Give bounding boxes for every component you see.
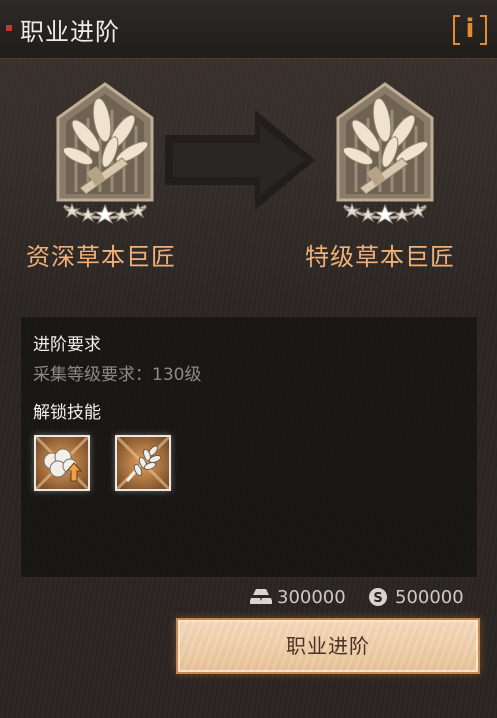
window-title: 职业进阶 bbox=[20, 18, 120, 46]
herb-laurel-badge-icon bbox=[56, 82, 154, 225]
current-rank-name: 资深草本巨匠 bbox=[26, 243, 176, 271]
herb-laurel-badge-icon bbox=[336, 82, 434, 225]
career-advance-label: 职业进阶 bbox=[286, 634, 370, 658]
info-icon: i bbox=[465, 14, 475, 44]
unlock-skills-title: 解锁技能 bbox=[33, 403, 101, 423]
title-accent-mark bbox=[6, 25, 12, 31]
cost-ingot-value: 300000 bbox=[277, 586, 346, 608]
requirements-title: 进阶要求 bbox=[33, 335, 101, 355]
cost-ingot: 300000 bbox=[250, 585, 346, 609]
wheat-stalk-icon bbox=[117, 437, 169, 489]
silver-coin-icon: S bbox=[369, 588, 387, 606]
skill-slot-cotton[interactable] bbox=[34, 435, 90, 491]
cotton-upgrade-icon bbox=[36, 437, 88, 489]
level-requirement: 采集等级要求：130级 bbox=[33, 365, 202, 385]
cost-silver: S 500000 bbox=[368, 585, 464, 609]
advance-arrow-icon bbox=[165, 110, 315, 210]
ingot-icon bbox=[250, 589, 272, 604]
skill-slot-wheat[interactable] bbox=[115, 435, 171, 491]
title-bar: 职业进阶 i bbox=[0, 0, 497, 59]
career-advance-button[interactable]: 职业进阶 bbox=[176, 618, 480, 674]
info-button[interactable]: i bbox=[453, 13, 487, 45]
career-advance-panel: 职业进阶 i 资深草本巨匠 特级草本巨匠 进阶要求 采集等级要求：130级 解锁… bbox=[0, 0, 497, 718]
next-rank-name: 特级草本巨匠 bbox=[305, 243, 455, 271]
cost-silver-value: 500000 bbox=[395, 586, 464, 608]
info-bracket-left bbox=[453, 15, 460, 45]
svg-text:S: S bbox=[373, 591, 382, 606]
info-bracket-right bbox=[480, 15, 487, 45]
